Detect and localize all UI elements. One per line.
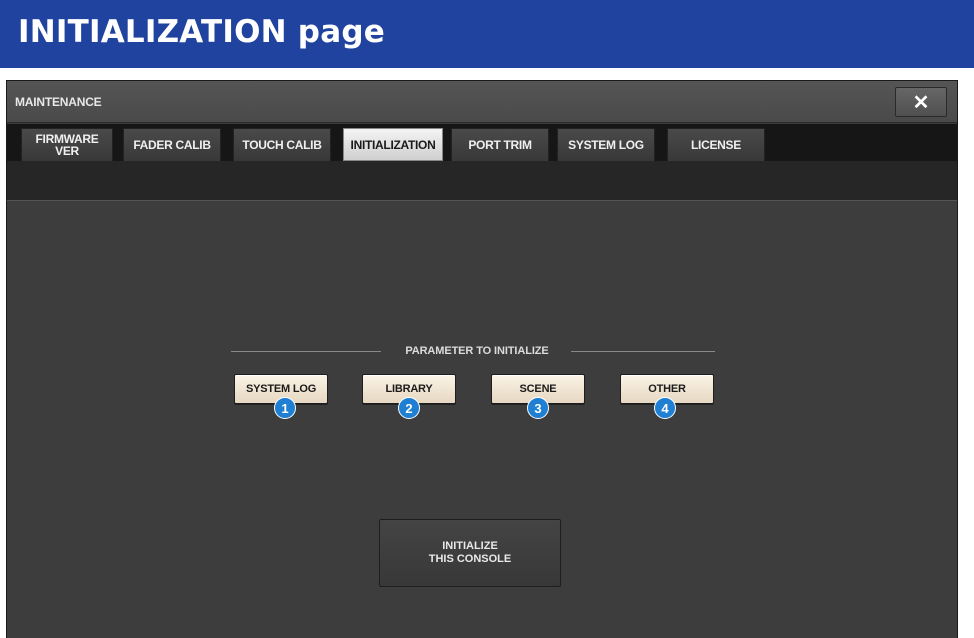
callout-badge: 1	[274, 397, 296, 419]
callout-badge: 3	[527, 397, 549, 419]
close-button[interactable]: ✕	[895, 87, 947, 117]
tab-label: LICENSE	[691, 138, 741, 152]
section-label: PARAMETER TO INITIALIZE	[405, 345, 549, 357]
param-label: OTHER	[648, 383, 686, 395]
window-titlebar: MAINTENANCE ✕	[7, 81, 957, 123]
initialize-label-line2: THIS CONSOLE	[428, 553, 512, 565]
param-label: SYSTEM LOG	[245, 383, 317, 395]
initialize-console-button[interactable]: INITIALIZE THIS CONSOLE	[379, 519, 561, 587]
maintenance-window: MAINTENANCE ✕ FIRMWARE VER FADER CALIB T…	[6, 80, 958, 638]
tab-license[interactable]: LICENSE	[667, 128, 765, 161]
tab-bar: FIRMWARE VER FADER CALIB TOUCH CALIB INI…	[7, 124, 957, 161]
tab-label: INITIALIZATION	[350, 137, 436, 152]
tab-label-line2: VER	[55, 144, 79, 158]
tab-subbar	[7, 161, 957, 201]
tab-firmware-ver[interactable]: FIRMWARE VER	[21, 128, 113, 161]
tab-touch-calib[interactable]: TOUCH CALIB	[233, 128, 331, 161]
tab-label: SYSTEM LOG	[568, 138, 644, 152]
param-label: LIBRARY	[385, 383, 433, 395]
doc-heading: INITIALIZATION page	[18, 14, 385, 50]
tab-initialization[interactable]: INITIALIZATION	[343, 128, 443, 161]
param-label: SCENE	[519, 383, 557, 395]
doc-header: INITIALIZATION page	[0, 0, 974, 68]
tab-system-log[interactable]: SYSTEM LOG	[557, 128, 655, 161]
initialize-label-line1: INITIALIZE	[442, 540, 498, 552]
section-divider-right	[571, 351, 715, 352]
tab-label: FADER CALIB	[133, 138, 211, 152]
close-icon: ✕	[912, 91, 930, 114]
callout-badge: 4	[654, 397, 676, 419]
tab-port-trim[interactable]: PORT TRIM	[451, 128, 549, 161]
tab-label: TOUCH CALIB	[242, 138, 322, 152]
callout-badge: 2	[398, 397, 420, 419]
section-divider-left	[231, 351, 381, 352]
window-title: MAINTENANCE	[15, 95, 102, 109]
tab-fader-calib[interactable]: FADER CALIB	[123, 128, 221, 161]
tab-label: PORT TRIM	[468, 138, 532, 152]
initialization-panel: PARAMETER TO INITIALIZE SYSTEM LOG 1 LIB…	[7, 202, 957, 638]
doc-gap	[0, 68, 974, 78]
